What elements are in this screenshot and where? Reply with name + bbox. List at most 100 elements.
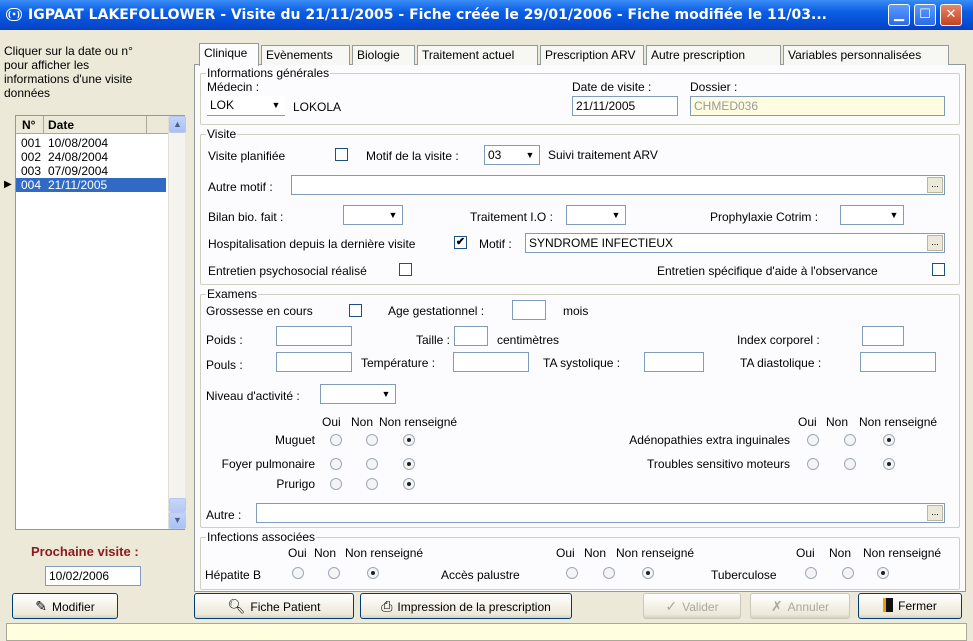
visit-date[interactable]: 10/08/2004	[48, 136, 108, 150]
close-button[interactable]: ✕	[940, 4, 962, 26]
chevron-down-icon[interactable]: ▼	[522, 147, 538, 163]
chevron-down-icon[interactable]: ▼	[378, 386, 394, 402]
visit-num[interactable]: 002	[21, 150, 41, 164]
fermer-button[interactable]: Fermer	[858, 593, 962, 619]
date-visite-field[interactable]: 21/11/2005	[572, 96, 678, 116]
visit-row[interactable]: 001 10/08/2004	[16, 136, 166, 150]
infection-0-radio-nr[interactable]	[367, 567, 379, 579]
visite-planifiee-checkbox[interactable]	[335, 148, 348, 161]
tab-autre-prescription[interactable]: Autre prescription	[646, 45, 781, 65]
impression-button[interactable]: ⎙ Impression de la prescription	[360, 593, 572, 619]
infection-1-radio-nr[interactable]	[642, 567, 654, 579]
scroll-up-icon[interactable]: ▲	[169, 116, 186, 133]
modifier-button[interactable]: ✎ Modifier	[12, 593, 118, 619]
autre-examen-field[interactable]: ...	[256, 503, 945, 523]
tab-variables-personnalis-es[interactable]: Variables personnalisées	[783, 45, 949, 65]
tab-prescription-arv[interactable]: Prescription ARV	[540, 45, 644, 65]
motif-visite-select[interactable]: 03 ▼	[484, 145, 540, 165]
pouls-field[interactable]	[276, 352, 352, 372]
infection-2-radio-nr[interactable]	[877, 567, 889, 579]
exam-left-0-radio-nr[interactable]	[403, 434, 415, 446]
visit-list-scrollbar[interactable]: ▲ ▼	[168, 116, 186, 529]
exam-right-1-radio-nr[interactable]	[883, 458, 895, 470]
grossesse-checkbox[interactable]	[349, 304, 362, 317]
temperature-field[interactable]	[453, 352, 529, 372]
visit-num[interactable]: 004	[21, 178, 41, 192]
ta-systolique-field[interactable]	[644, 352, 704, 372]
exam-left-2-radio-nr[interactable]	[403, 478, 415, 490]
exam-left-0-radio-non[interactable]	[366, 434, 378, 446]
hosp-motif-field[interactable]: SYNDROME INFECTIEUX ...	[525, 233, 945, 253]
exam-right-0-radio-non[interactable]	[844, 434, 856, 446]
exam-left-2-radio-oui[interactable]	[330, 478, 342, 490]
exam-left-1-radio-oui[interactable]	[330, 458, 342, 470]
scroll-down-icon[interactable]: ▼	[169, 512, 186, 529]
infections-group	[200, 537, 960, 590]
hospitalisation-checkbox[interactable]: ✔	[454, 236, 467, 249]
autre-examen-label: Autre :	[206, 508, 242, 522]
autre-motif-field[interactable]: ...	[291, 175, 945, 195]
visit-row[interactable]: 003 07/09/2004	[16, 164, 166, 178]
ellipsis-button[interactable]: ...	[927, 505, 943, 521]
poids-field[interactable]	[276, 326, 352, 346]
scroll-thumb[interactable]	[169, 498, 186, 512]
exam-right-1-radio-non[interactable]	[844, 458, 856, 470]
infection-0-radio-non[interactable]	[328, 567, 340, 579]
prophylaxie-select[interactable]: ▼	[840, 205, 904, 225]
maximize-button[interactable]: ☐	[914, 4, 936, 26]
visit-num[interactable]: 003	[21, 164, 41, 178]
niveau-activite-label: Niveau d'activité :	[206, 389, 300, 403]
visit-date[interactable]: 24/08/2004	[48, 150, 108, 164]
chevron-down-icon[interactable]: ▼	[886, 207, 902, 223]
index-field[interactable]	[862, 326, 904, 346]
exam-left-2-radio-non[interactable]	[366, 478, 378, 490]
tab-ev-nements[interactable]: Evènements	[261, 45, 350, 65]
ellipsis-button[interactable]: ...	[927, 235, 943, 251]
radio-header-nr: Non renseigné	[859, 415, 938, 429]
visit-date[interactable]: 07/09/2004	[48, 164, 108, 178]
tab-biologie[interactable]: Biologie	[352, 45, 415, 65]
infection-1-radio-non[interactable]	[603, 567, 615, 579]
niveau-activite-select[interactable]: ▼	[320, 384, 396, 404]
dossier-field[interactable]: CHMED036	[690, 96, 945, 116]
taille-field[interactable]	[454, 326, 488, 346]
infection-0-radio-oui[interactable]	[292, 567, 304, 579]
visit-row[interactable]: 004 21/11/2005 ▶	[4, 178, 166, 192]
tab-traitement-actuel[interactable]: Traitement actuel	[417, 45, 538, 65]
bilan-select[interactable]: ▼	[343, 205, 403, 225]
annuler-button[interactable]: ✗ Annuler	[750, 593, 850, 619]
column-header-date[interactable]: Date	[48, 118, 74, 132]
visit-num[interactable]: 001	[21, 136, 41, 150]
valider-button[interactable]: ✓ Valider	[643, 593, 741, 619]
traitement-io-select[interactable]: ▼	[566, 205, 626, 225]
tab-clinique[interactable]: Clinique	[199, 43, 259, 66]
dossier-label: Dossier :	[690, 80, 738, 94]
medecin-select[interactable]: LOK ▼	[207, 96, 285, 116]
entretien-label: Entretien psychosocial réalisé	[208, 264, 367, 278]
exam-left-0-radio-oui[interactable]	[330, 434, 342, 446]
poids-label: Poids :	[206, 333, 243, 347]
infection-2-radio-non[interactable]	[842, 567, 854, 579]
column-header-num[interactable]: N°	[22, 118, 35, 132]
exam-left-1-radio-nr[interactable]	[403, 458, 415, 470]
ta-diastolique-field[interactable]	[860, 352, 936, 372]
fiche-patient-button[interactable]: 🔍︎ Fiche Patient	[194, 593, 354, 619]
entretien-checkbox[interactable]	[399, 263, 412, 276]
visit-list[interactable]: N° Date 001 10/08/2004 002 24/08/2004 003 07/…	[4, 115, 186, 530]
chevron-down-icon[interactable]: ▼	[385, 207, 401, 223]
visit-row[interactable]: 002 24/08/2004	[16, 150, 166, 164]
visit-date[interactable]: 21/11/2005	[48, 178, 107, 192]
chevron-down-icon[interactable]: ▼	[608, 207, 624, 223]
infection-2-radio-oui[interactable]	[805, 567, 817, 579]
exam-right-0-radio-oui[interactable]	[807, 434, 819, 446]
minimize-button[interactable]: ▁	[888, 4, 910, 26]
exam-left-1-radio-non[interactable]	[366, 458, 378, 470]
age-gest-field[interactable]	[512, 300, 546, 320]
infection-1-radio-oui[interactable]	[566, 567, 578, 579]
exam-right-0-radio-nr[interactable]	[883, 434, 895, 446]
entretien-obs-checkbox[interactable]	[932, 263, 945, 276]
exam-right-1-radio-oui[interactable]	[807, 458, 819, 470]
ellipsis-button[interactable]: ...	[927, 177, 943, 193]
chevron-down-icon[interactable]: ▼	[268, 97, 284, 113]
next-visit-field[interactable]: 10/02/2006	[45, 566, 141, 586]
